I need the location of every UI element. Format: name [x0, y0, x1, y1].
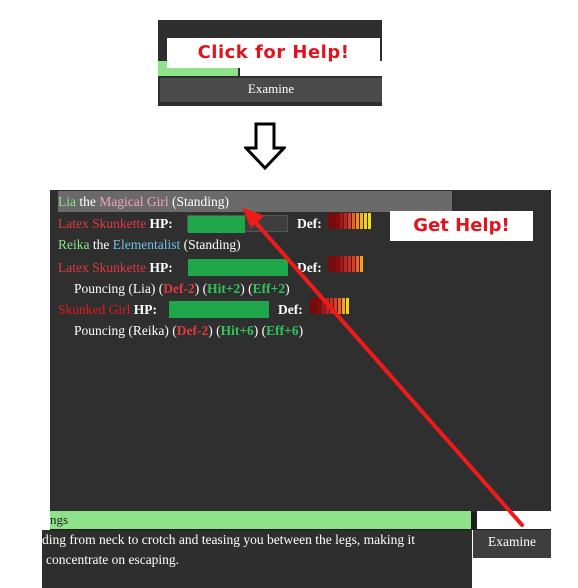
enemy-name: Latex Skunkette [58, 216, 147, 231]
mod-hit: Hit+6 [220, 323, 254, 338]
mod-def: Def-2 [163, 281, 195, 296]
enemy-row[interactable]: Latex Skunkette HP: [58, 214, 173, 234]
character-name: Reika [58, 237, 90, 252]
def-label: Def: [278, 302, 303, 317]
hp-bar-fill [188, 216, 245, 233]
get-help-banner: Get Help! [390, 211, 533, 241]
party-member-reika[interactable]: Reika the Elementalist (Standing) [58, 235, 241, 255]
preview-examine-button[interactable]: Examine [160, 78, 382, 102]
click-for-help-banner[interactable]: Click for Help! [167, 38, 380, 68]
hp-label: HP: [133, 302, 157, 317]
character-name: Lia [58, 194, 76, 209]
secondary-input[interactable] [477, 511, 551, 529]
character-title: Elementalist [112, 237, 181, 252]
hp-bar-fill [188, 259, 288, 276]
mod-hit: Hit+2 [207, 281, 241, 296]
mod-def: Def-2 [176, 323, 209, 338]
hp-label: HP: [149, 260, 173, 275]
mod-eff: Eff+6 [266, 323, 299, 338]
enemy-name: Skunked Girl [58, 302, 131, 317]
action-text: Pouncing (Reika) [74, 323, 169, 338]
character-title: Magical Girl [99, 194, 169, 209]
defense-meter [328, 213, 372, 229]
defense-meter [310, 298, 350, 314]
defense-meter [328, 256, 364, 272]
enemy-action: Pouncing (Lia) (Def-2) (Hit+2) (Eff+2) [74, 281, 290, 296]
enemy-row[interactable]: Skunked Girl HP: [58, 300, 157, 320]
message-line: ding from neck to crotch and teasing you… [42, 532, 416, 547]
action-text: Pouncing (Lia) [74, 281, 156, 296]
message-line: concentrate on escaping. [46, 552, 180, 567]
enemy-name: Latex Skunkette [58, 260, 147, 275]
party-member-lia[interactable]: Lia the Magical Girl (Standing) [58, 192, 229, 212]
def-label: Def: [297, 260, 322, 275]
enemy-row[interactable]: Latex Skunkette HP: [58, 258, 173, 278]
character-the: the [79, 194, 96, 209]
def-label: Def: [297, 216, 322, 231]
down-arrow-icon [244, 122, 286, 170]
hp-bar-fill [169, 301, 269, 318]
character-state: (Standing) [183, 237, 241, 252]
command-input[interactable]: ngs [50, 511, 471, 529]
mod-eff: Eff+2 [252, 281, 286, 296]
examine-button[interactable]: Examine [473, 530, 551, 558]
enemy-action: Pouncing (Reika) (Def-2) (Hit+6) (Eff+6) [74, 323, 304, 338]
character-the: the [92, 237, 110, 252]
message-log: ding from neck to crotch and teasing you… [42, 530, 472, 588]
hp-label: HP: [149, 216, 173, 231]
character-state: (Standing) [171, 194, 229, 209]
